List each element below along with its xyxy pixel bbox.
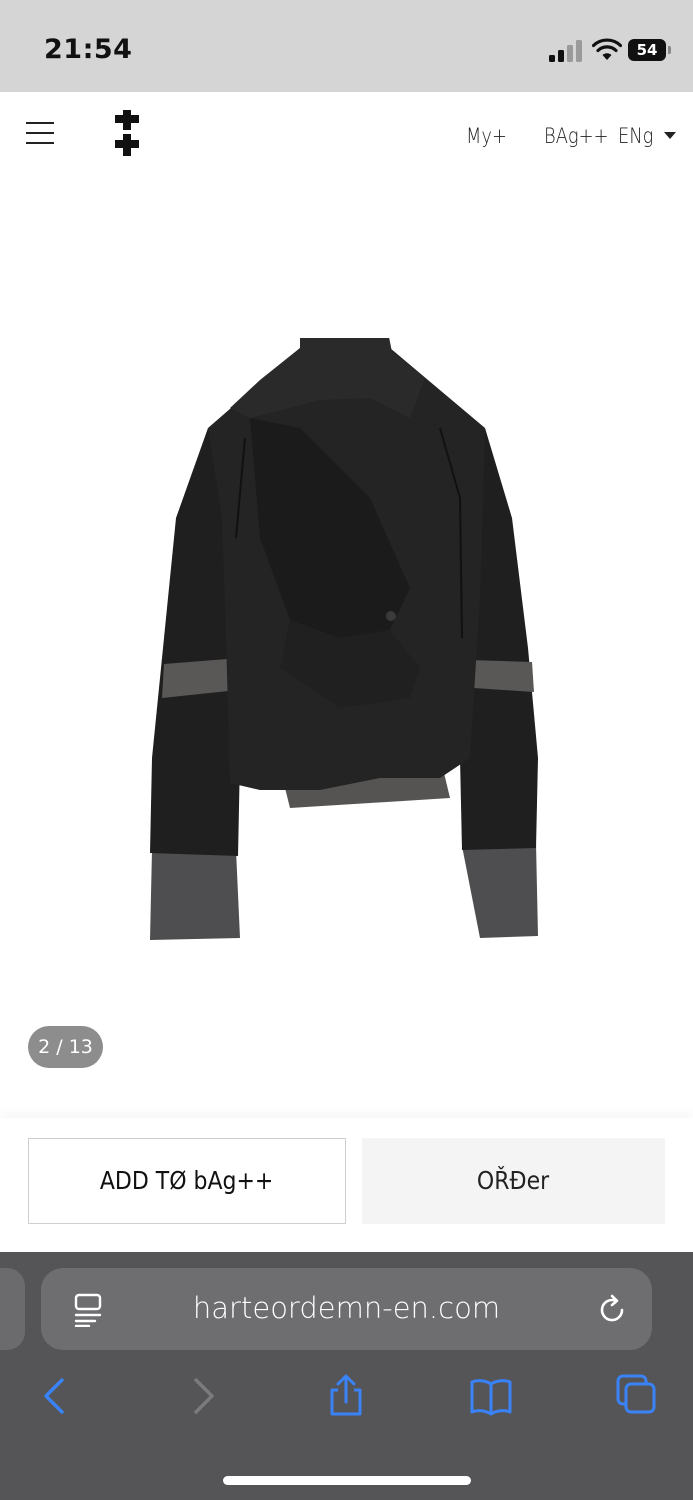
url-text[interactable]: harteordemn-en.com	[41, 1291, 652, 1325]
hamburger-menu-icon[interactable]	[26, 122, 54, 144]
previous-tab-preview[interactable]	[0, 1268, 25, 1350]
language-selector[interactable]: ENg	[618, 124, 653, 148]
browser-chrome: harteordemn-en.com	[0, 1252, 693, 1500]
double-cross-logo[interactable]	[114, 110, 140, 156]
order-label: OŘĐer	[477, 1166, 550, 1195]
home-indicator	[223, 1476, 471, 1485]
wifi-icon	[592, 38, 622, 60]
nav-my-account[interactable]: My+	[466, 124, 507, 148]
product-action-bar: ADD TØ bAg++ OŘĐer	[0, 1118, 693, 1252]
bookmarks-icon[interactable]	[469, 1374, 513, 1418]
status-bar: 21:54 54	[0, 0, 693, 92]
forward-icon[interactable]	[182, 1374, 226, 1418]
site-header: My+ BAg++ ENg	[0, 92, 693, 178]
product-image-gallery[interactable]: 2 / 13	[0, 178, 693, 1118]
battery-icon: 54	[628, 39, 671, 61]
add-to-bag-button[interactable]: ADD TØ bAg++	[28, 1138, 346, 1224]
status-time: 21:54	[44, 34, 133, 65]
share-icon[interactable]	[324, 1374, 368, 1418]
signal-icon	[549, 40, 582, 62]
chevron-down-icon[interactable]	[664, 132, 676, 139]
product-photo-jacket	[150, 338, 538, 940]
nav-bag[interactable]: BAg++	[544, 124, 609, 148]
image-pager-indicator: 2 / 13	[28, 1026, 103, 1068]
add-to-bag-label: ADD TØ bAg++	[100, 1166, 274, 1195]
battery-level: 54	[636, 41, 658, 59]
back-icon[interactable]	[32, 1374, 76, 1418]
order-button[interactable]: OŘĐer	[362, 1138, 665, 1224]
reload-icon[interactable]	[596, 1294, 628, 1326]
tabs-icon[interactable]	[614, 1374, 658, 1418]
address-bar[interactable]: harteordemn-en.com	[41, 1268, 652, 1350]
